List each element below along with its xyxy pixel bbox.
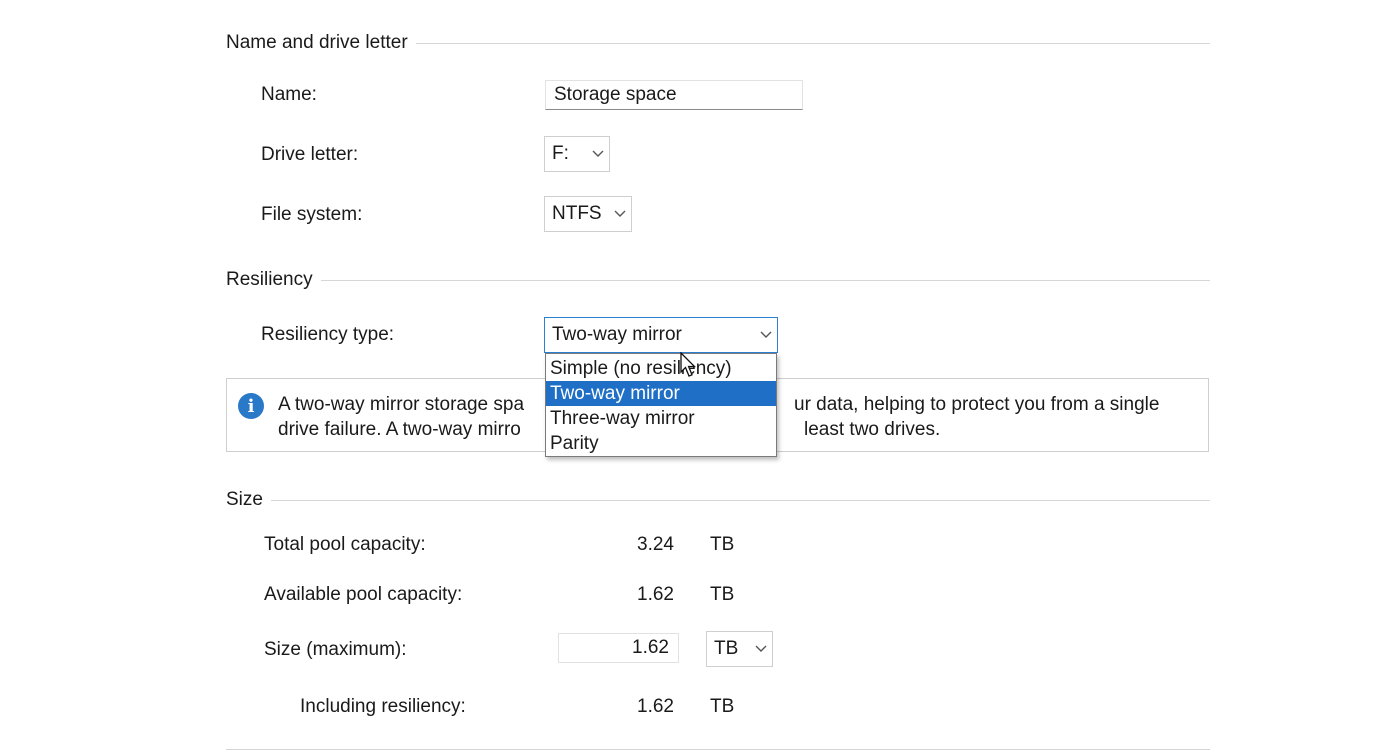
info-line-1-end: ur data, helping to protect you from a s…	[794, 394, 1160, 415]
group-header-name-drive: Name and drive letter	[226, 32, 1210, 54]
drive-letter-label: Drive letter:	[261, 144, 359, 165]
chevron-down-icon	[755, 318, 777, 352]
resiliency-type-select[interactable]: Two-way mirror	[544, 317, 778, 353]
group-header-size: Size	[226, 489, 1210, 511]
drive-letter-value: F:	[552, 143, 569, 164]
chevron-down-icon	[750, 632, 772, 666]
size-unit-select[interactable]: TB	[706, 631, 773, 667]
info-line-1-start: A two-way mirror storage spa	[278, 394, 525, 415]
drive-letter-select[interactable]: F:	[544, 136, 610, 172]
size-unit-value: TB	[714, 638, 739, 659]
file-system-label: File system:	[261, 204, 363, 225]
name-input[interactable]: Storage space	[545, 80, 803, 110]
available-pool-capacity-label: Available pool capacity:	[264, 584, 463, 605]
dropdown-option-three-way-mirror[interactable]: Three-way mirror	[546, 406, 776, 431]
group-title-size: Size	[226, 489, 263, 510]
dropdown-option-simple[interactable]: Simple (no resiliency)	[546, 356, 776, 381]
group-divider	[415, 42, 1210, 44]
chevron-down-icon	[587, 137, 609, 171]
resiliency-type-dropdown[interactable]: Simple (no resiliency) Two-way mirror Th…	[545, 353, 777, 457]
total-pool-capacity-value: 3.24	[637, 534, 674, 555]
group-header-resiliency: Resiliency	[226, 269, 1210, 291]
mouse-cursor-icon	[680, 351, 697, 384]
available-pool-capacity-value: 1.62	[637, 584, 674, 605]
available-pool-capacity-unit: TB	[710, 584, 735, 605]
group-title-name-drive: Name and drive letter	[226, 32, 408, 53]
info-line-2-start: drive failure. A two-way mirro	[278, 419, 521, 440]
size-maximum-label: Size (maximum):	[264, 639, 407, 660]
size-input[interactable]: 1.62	[558, 633, 679, 663]
file-system-value: NTFS	[552, 203, 602, 224]
dropdown-option-parity[interactable]: Parity	[546, 431, 776, 456]
group-title-resiliency: Resiliency	[226, 269, 313, 290]
including-resiliency-unit: TB	[710, 696, 735, 717]
bottom-divider	[226, 749, 1210, 750]
info-line-2-end: least two drives.	[804, 419, 941, 440]
including-resiliency-value: 1.62	[637, 696, 674, 717]
including-resiliency-label: Including resiliency:	[300, 696, 466, 717]
name-label: Name:	[261, 84, 317, 105]
name-input-value: Storage space	[554, 84, 677, 105]
resiliency-type-value: Two-way mirror	[552, 324, 682, 345]
chevron-down-icon	[609, 197, 631, 231]
dropdown-option-two-way-mirror[interactable]: Two-way mirror	[546, 381, 776, 406]
group-divider	[270, 499, 1210, 501]
total-pool-capacity-label: Total pool capacity:	[264, 534, 426, 555]
file-system-select[interactable]: NTFS	[544, 196, 632, 232]
resiliency-type-label: Resiliency type:	[261, 324, 395, 345]
total-pool-capacity-unit: TB	[710, 534, 735, 555]
info-icon: i	[238, 393, 264, 419]
group-divider	[320, 279, 1210, 281]
size-input-value: 1.62	[632, 637, 669, 658]
